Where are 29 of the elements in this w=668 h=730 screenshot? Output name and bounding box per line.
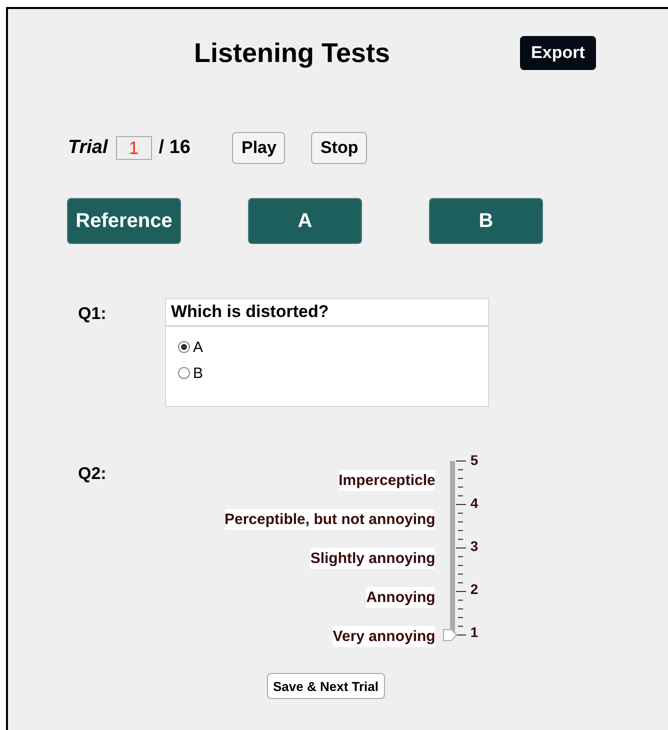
sample-button[interactable]: B bbox=[429, 198, 543, 244]
radio-button[interactable] bbox=[178, 367, 190, 379]
tick-label: 1 bbox=[470, 625, 478, 639]
play-button[interactable]: Play bbox=[232, 132, 286, 164]
trial-label: Trial bbox=[68, 137, 108, 159]
stop-button[interactable]: Stop bbox=[311, 132, 368, 164]
question-label: Q1: bbox=[78, 303, 108, 325]
radio-option[interactable]: A bbox=[178, 338, 476, 356]
sample-button[interactable]: A bbox=[248, 198, 362, 244]
rating-label: Impercepticle bbox=[338, 470, 436, 491]
slider-thumb[interactable] bbox=[443, 629, 458, 641]
question-label: Q2: bbox=[78, 463, 106, 485]
tick-label: 2 bbox=[470, 582, 478, 596]
radio-button[interactable] bbox=[178, 341, 190, 353]
rating-label: Very annoying bbox=[332, 626, 436, 647]
rating-label: Annoying bbox=[366, 587, 436, 608]
sample-button[interactable]: Reference bbox=[67, 198, 181, 244]
radio-option[interactable]: B bbox=[178, 364, 476, 382]
save-next-button[interactable]: Save & Next Trial bbox=[267, 673, 384, 699]
rating-slider[interactable] bbox=[442, 459, 456, 641]
tick-label: 3 bbox=[470, 539, 478, 553]
trial-total: / 16 bbox=[158, 137, 190, 159]
export-button[interactable]: Export bbox=[520, 36, 596, 70]
page-title: Listening Tests bbox=[194, 38, 390, 68]
rating-label: Slightly annoying bbox=[310, 548, 436, 569]
tick-label: 4 bbox=[470, 496, 478, 510]
question-text: Which is distorted? bbox=[166, 299, 488, 327]
tick-label: 5 bbox=[470, 453, 478, 467]
rating-label: Perceptible, but not annoying bbox=[224, 509, 436, 530]
